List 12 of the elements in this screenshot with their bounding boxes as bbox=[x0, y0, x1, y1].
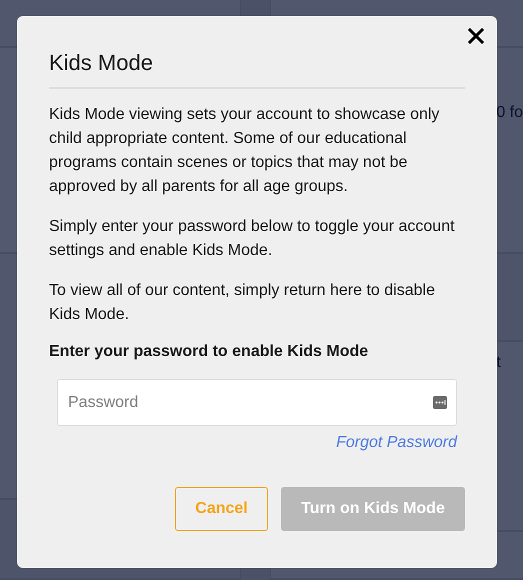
description-text: Simply enter your password below to toggle your account settings and enable Kids Mode. bbox=[49, 217, 456, 261]
description-text: Kids Mode viewing sets your account to showcase only child appropriate content. Some of our educational programs contain scenes or topics that may not be approved by all parents for all age groups. bbox=[49, 105, 440, 197]
close-icon[interactable] bbox=[468, 28, 484, 44]
password-prompt: Enter your password to enable Kids Mode bbox=[49, 342, 370, 362]
description-text: To view all of our content, simply return here to disable Kids Mode. bbox=[49, 281, 436, 325]
background-text: 0 fo bbox=[496, 104, 523, 121]
forgot-password-link[interactable]: Forgot Password bbox=[336, 434, 457, 452]
password-field[interactable]: Password bbox=[57, 379, 457, 426]
background-text: t bbox=[496, 354, 501, 371]
dialog-title: Kids Mode bbox=[49, 49, 154, 77]
password-manager-icon[interactable] bbox=[433, 396, 447, 409]
cancel-button[interactable]: Cancel bbox=[175, 487, 268, 531]
